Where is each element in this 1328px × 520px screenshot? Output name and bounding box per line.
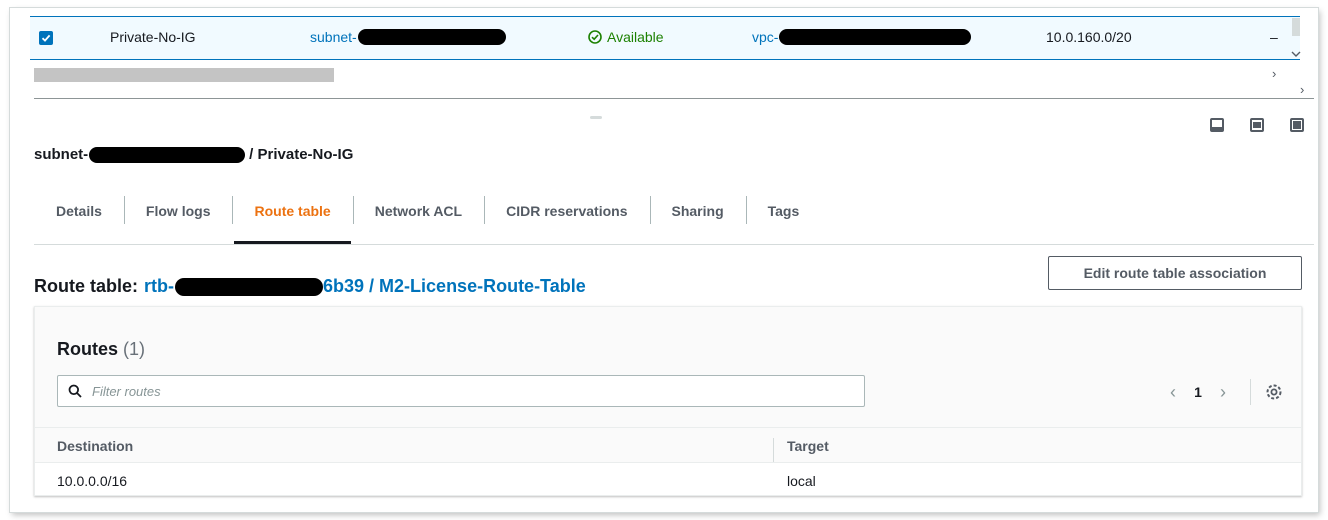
pagination-separator: [1250, 379, 1251, 405]
column-header-destination[interactable]: Destination: [57, 438, 133, 454]
vertical-scrollbar[interactable]: [1290, 18, 1302, 90]
tab-tags[interactable]: Tags: [745, 178, 822, 244]
routes-title: Routes (1): [57, 339, 145, 360]
panel-layout-controls: [1210, 118, 1304, 132]
previous-page-icon[interactable]: ‹: [1158, 382, 1188, 403]
cidr-cell: 10.0.160.0/20: [1046, 29, 1132, 45]
search-icon: [68, 384, 82, 398]
split-panel-divider: [34, 98, 1314, 99]
panel-title-suffix: / Private-No-IG: [249, 146, 354, 163]
tab-flow-logs[interactable]: Flow logs: [123, 178, 233, 244]
tab-network-acl[interactable]: Network ACL: [352, 178, 484, 244]
chevron-down-icon: [1291, 18, 1301, 57]
column-header-target[interactable]: Target: [787, 438, 829, 454]
horizontal-scrollbar[interactable]: [34, 68, 1284, 82]
route-table-id-prefix: rtb-: [144, 276, 175, 296]
routes-header: Routes (1) ‹ 1 ›: [35, 307, 1301, 427]
panel-title-prefix: subnet-: [34, 146, 89, 163]
column-resizer[interactable]: [773, 438, 774, 462]
checkmark-icon: [41, 34, 51, 42]
table-header-row: Destination Target: [35, 427, 1301, 463]
route-table-label: Route table:: [34, 276, 139, 296]
route-table-heading: Route table: rtb- 6b39 / M2-License-Rout…: [34, 276, 586, 297]
panel-bottom-icon[interactable]: [1210, 118, 1224, 132]
redaction-mark: [357, 29, 506, 45]
detail-tabs: Details Flow logs Route table Network AC…: [34, 178, 821, 244]
status-cell: Available: [588, 29, 664, 45]
panel-side-icon[interactable]: [1250, 118, 1264, 132]
routes-container: Routes (1) ‹ 1 › Destination Target 10.0…: [34, 306, 1302, 496]
chevron-right-icon[interactable]: ›: [1272, 66, 1276, 81]
routes-count: (1): [123, 339, 146, 359]
redaction-mark: [779, 29, 972, 45]
current-page[interactable]: 1: [1188, 384, 1208, 400]
edit-route-table-association-button[interactable]: Edit route table association: [1048, 256, 1302, 290]
gear-icon[interactable]: [1265, 383, 1283, 401]
scrollbar-thumb[interactable]: [34, 68, 334, 82]
pagination: ‹ 1 ›: [1158, 379, 1283, 405]
table-row: 10.0.0.0/16 local: [35, 463, 1301, 497]
tab-sharing[interactable]: Sharing: [649, 178, 746, 244]
panel-title: subnet- / Private-No-IG: [34, 146, 353, 163]
route-table-id-suffix: 6b39 / M2-License-Route-Table: [323, 276, 586, 296]
chevron-right-icon[interactable]: ›: [1300, 82, 1304, 97]
status-text: Available: [607, 29, 664, 45]
tab-cidr-reservations[interactable]: CIDR reservations: [484, 178, 649, 244]
filter-routes-input[interactable]: [92, 383, 832, 399]
destination-cell: 10.0.0.0/16: [57, 473, 128, 489]
drag-handle[interactable]: [590, 116, 602, 119]
target-cell: local: [787, 473, 816, 489]
tab-details[interactable]: Details: [34, 178, 124, 244]
subnet-id-prefix: subnet-: [310, 29, 357, 45]
next-page-icon[interactable]: ›: [1208, 382, 1238, 403]
selected-table-row[interactable]: Private-No-IG subnet- Available vpc- 10.…: [30, 16, 1300, 60]
filter-routes-field[interactable]: [57, 375, 865, 407]
status-available-icon: [588, 30, 602, 44]
redaction-mark: [89, 146, 246, 163]
routes-title-text: Routes: [57, 339, 119, 359]
subnet-name-cell: Private-No-IG: [110, 29, 196, 45]
vpc-id-link[interactable]: vpc-: [752, 29, 972, 45]
subnet-id-link[interactable]: subnet-: [310, 29, 506, 45]
ui-frame: Private-No-IG subnet- Available vpc- 10.…: [10, 8, 1318, 512]
panel-full-icon[interactable]: [1290, 118, 1304, 132]
redaction-mark: [175, 277, 324, 296]
tab-route-table[interactable]: Route table: [232, 178, 352, 244]
tabs-underline: [34, 244, 1314, 245]
route-table-link[interactable]: rtb- 6b39 / M2-License-Route-Table: [144, 276, 586, 297]
vpc-id-prefix: vpc-: [752, 29, 779, 45]
row-checkbox[interactable]: [39, 31, 53, 45]
empty-cell: –: [1270, 29, 1278, 45]
